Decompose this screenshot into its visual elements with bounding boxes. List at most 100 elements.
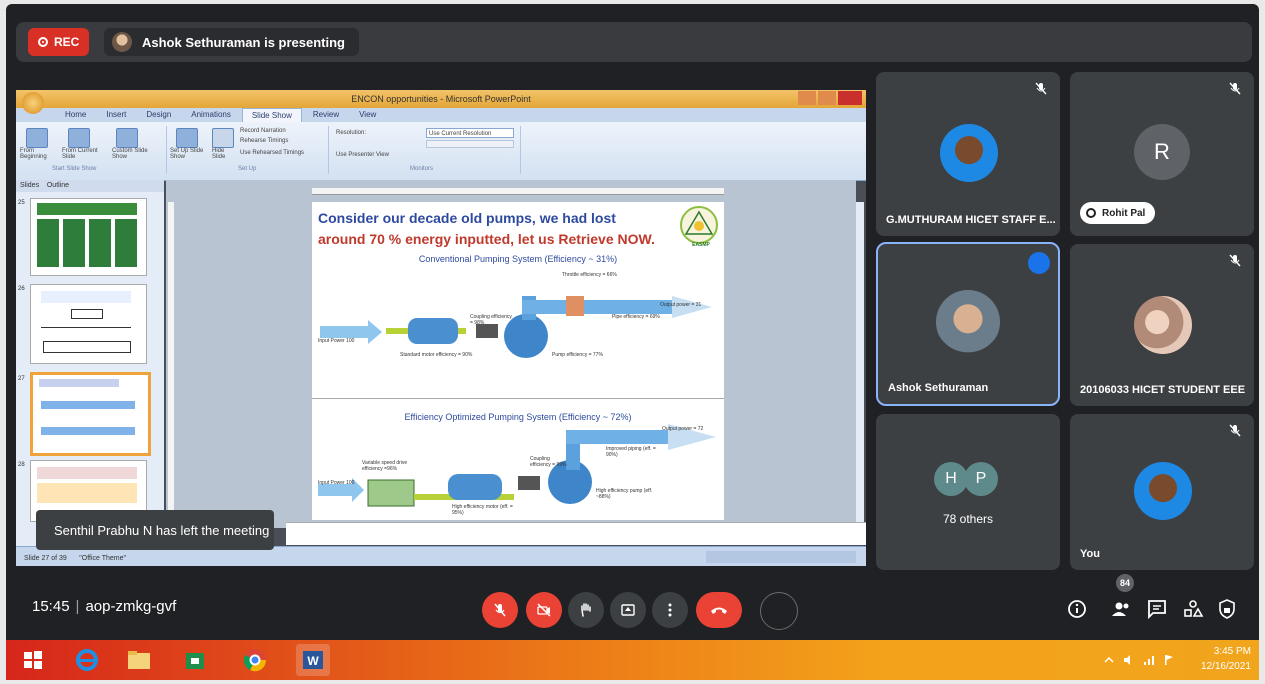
system-tray[interactable]: 3:45 PM 12/16/2021 <box>1201 644 1251 674</box>
close-icon[interactable] <box>838 91 862 105</box>
extra-control-button[interactable] <box>760 592 798 630</box>
office-button[interactable] <box>22 92 44 114</box>
slide-count: Slide 27 of 39 <box>24 555 67 562</box>
high-eff-motor-label: High efficiency motor (eff. = 95%) <box>452 504 513 516</box>
record-icon <box>38 37 48 47</box>
slide-thumbnail[interactable] <box>30 284 147 364</box>
logo-text: EASMP <box>692 242 710 248</box>
start-button[interactable] <box>16 644 50 676</box>
maximize-icon[interactable] <box>818 91 836 105</box>
tab-view[interactable]: View <box>350 108 385 122</box>
hide-slide-label: Hide Slide <box>212 148 226 160</box>
chat-icon[interactable] <box>1146 598 1168 620</box>
vertical-scrollbar[interactable] <box>856 202 864 532</box>
chevron-up-icon[interactable] <box>1103 654 1115 666</box>
tab-outline[interactable]: Outline <box>47 182 69 189</box>
taskbar-store[interactable] <box>178 644 212 676</box>
leave-call-button[interactable] <box>696 592 742 628</box>
conventional-pump-diagram <box>320 296 712 358</box>
info-icon[interactable] <box>1066 598 1088 620</box>
theme-name: "Office Theme" <box>79 555 126 562</box>
tab-slides[interactable]: Slides <box>20 182 39 189</box>
mic-off-icon <box>494 603 506 617</box>
camera-toggle-button[interactable] <box>526 592 562 628</box>
tray-date: 12/16/2021 <box>1200 661 1251 672</box>
tab-slide-show[interactable]: Slide Show <box>241 108 302 122</box>
thumb-number: 25 <box>18 200 25 206</box>
taskbar-internet-explorer[interactable] <box>70 644 104 676</box>
setup-show-button[interactable] <box>176 128 198 148</box>
slide-thumbnail[interactable] <box>30 198 147 276</box>
mic-toggle-button[interactable] <box>482 592 518 628</box>
activities-icon[interactable] <box>1182 598 1204 620</box>
present-screen-button[interactable] <box>610 592 646 628</box>
taskbar-chrome[interactable] <box>238 644 272 676</box>
taskbar-word[interactable]: W <box>296 644 330 676</box>
from-current-button[interactable] <box>68 128 90 148</box>
participant-count-badge: 84 <box>1116 574 1134 592</box>
horizontal-ruler <box>312 188 724 195</box>
custom-show-label: Custom Slide Show <box>112 148 148 160</box>
self-tile[interactable]: You <box>1070 414 1254 570</box>
participant-name: 20106033 HICET STUDENT EEE <box>1080 384 1246 396</box>
chrome-icon <box>243 649 267 672</box>
tab-review[interactable]: Review <box>304 108 348 122</box>
participant-tile[interactable]: R Rohit Pal <box>1070 72 1254 236</box>
present-icon <box>621 604 635 616</box>
self-avatar <box>1134 462 1192 520</box>
resolution-select[interactable]: Use Current Resolution <box>426 128 514 138</box>
meeting-info: 15:45 | aop-zmkg-gvf <box>32 598 177 615</box>
rehearse-timings-option[interactable]: Rehearse Timings <box>240 138 288 144</box>
mic-off-icon <box>1035 82 1047 95</box>
record-narration-option[interactable]: Record Narration <box>240 128 286 134</box>
participant-tile[interactable]: 20106033 HICET STUDENT EEE <box>1070 244 1254 406</box>
group-setup: Set Up Slide Show Hide Slide Record Narr… <box>168 126 329 174</box>
others-tile[interactable]: H P 78 others <box>876 414 1060 570</box>
from-beginning-button[interactable] <box>26 128 48 148</box>
slide-title: Consider our decade old pumps, we had lo… <box>318 208 678 250</box>
more-options-button[interactable] <box>652 592 688 628</box>
host-controls-icon[interactable] <box>1216 598 1238 620</box>
minimize-icon[interactable] <box>798 91 816 105</box>
slide-divider <box>312 398 724 399</box>
speaker-icon[interactable] <box>1123 654 1135 666</box>
meet-window: REC Ashok Sethuraman is presenting ENCON… <box>6 4 1259 680</box>
participant-avatar <box>940 124 998 182</box>
pinned-name-chip[interactable]: Rohit Pal <box>1080 202 1156 224</box>
custom-show-button[interactable] <box>116 128 138 148</box>
taskbar-file-explorer[interactable] <box>122 644 156 676</box>
participant-tile-speaking[interactable]: Ashok Sethuraman <box>876 242 1060 406</box>
participant-avatar: R <box>1134 124 1190 180</box>
network-icon[interactable] <box>1143 654 1155 666</box>
windows-taskbar: W 3:45 PM 12/16/2021 <box>6 640 1259 680</box>
zoom-controls[interactable] <box>706 551 856 563</box>
vsd-label: Variable speed drive efficiency =96% <box>362 460 408 472</box>
hide-slide-button[interactable] <box>212 128 234 148</box>
participant-tile[interactable]: G.MUTHURAM HICET STAFF E... <box>876 72 1060 236</box>
show-on-select[interactable] <box>426 140 514 148</box>
participant-avatar <box>1134 296 1192 354</box>
presenter-view-checkbox[interactable]: Use Presenter View <box>336 152 389 158</box>
use-rehearsed-timings-checkbox[interactable]: Use Rehearsed Timings <box>240 150 304 156</box>
people-icon[interactable] <box>1110 598 1132 620</box>
meeting-code[interactable]: aop-zmkg-gvf <box>85 598 176 615</box>
tray-icons <box>1103 654 1175 666</box>
hang-up-icon <box>711 607 727 614</box>
presenter-text: Ashok Sethuraman is presenting <box>142 34 345 50</box>
raise-hand-button[interactable] <box>568 592 604 628</box>
from-beginning-label: From Beginning <box>20 148 47 160</box>
thumb-number: 26 <box>18 286 25 292</box>
notes-pane[interactable] <box>286 522 866 545</box>
tab-design[interactable]: Design <box>137 108 180 122</box>
pipe-label: Pipe efficiency = 69% <box>612 314 660 320</box>
resolution-label: Resolution: <box>336 130 367 136</box>
tab-animations[interactable]: Animations <box>182 108 240 122</box>
flag-icon[interactable] <box>1163 654 1175 666</box>
organization-logo: EASMP <box>680 206 718 248</box>
tab-insert[interactable]: Insert <box>97 108 135 122</box>
setup-show-label: Set Up Slide Show <box>170 148 204 160</box>
tab-home[interactable]: Home <box>56 108 95 122</box>
current-slide: Consider our decade old pumps, we had lo… <box>312 202 724 520</box>
slide-thumbnail-selected[interactable] <box>30 372 151 456</box>
recording-indicator[interactable]: REC <box>28 28 90 56</box>
